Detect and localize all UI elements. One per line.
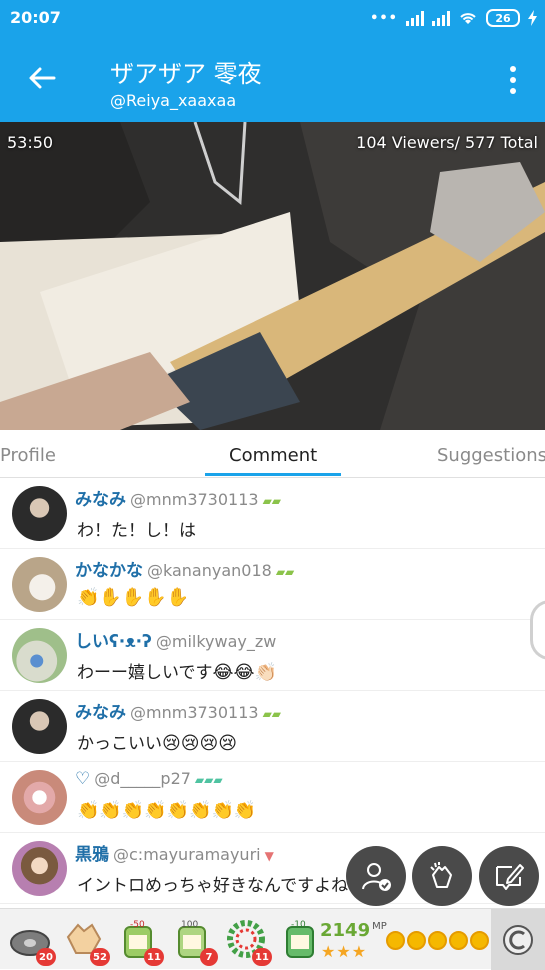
- list-item[interactable]: しいʕ·ᴥ·ʔ @milkyway_zw わーー嬉しいです😂😂👏🏻: [0, 620, 545, 691]
- gift-wreath[interactable]: 11: [224, 917, 272, 966]
- level-badge-icon: ▰▰▰: [194, 773, 223, 787]
- follow-button[interactable]: [346, 846, 406, 906]
- commenter-handle[interactable]: @mnm3730113: [130, 703, 259, 722]
- mp-balance: 2149 MP: [320, 920, 387, 941]
- coin-icon: [470, 931, 489, 950]
- avatar[interactable]: [12, 628, 67, 683]
- commenter-handle[interactable]: @milkyway_zw: [156, 632, 276, 651]
- comment-emoji: 😂😂👏🏻: [212, 662, 277, 683]
- list-item[interactable]: かなかな @kananyan018 ▰▰ 👏✋✋✋✋: [0, 549, 545, 620]
- avatar[interactable]: [12, 557, 67, 612]
- dots-icon: •••: [370, 10, 398, 26]
- clock: 20:07: [10, 8, 61, 27]
- tab-suggestions[interactable]: Suggestions: [437, 445, 545, 466]
- gift-tea-10[interactable]: -10: [278, 917, 322, 961]
- mp-value: 2149: [320, 920, 371, 941]
- commenter-name[interactable]: ♡: [75, 769, 90, 789]
- currency-button[interactable]: [491, 909, 545, 970]
- gift-count: 11: [144, 948, 164, 966]
- more-options-icon[interactable]: [509, 65, 517, 95]
- mp-unit: MP: [372, 921, 387, 932]
- gift-clap[interactable]: 52: [62, 917, 110, 966]
- broadcaster-handle: @Reiya_xaaxaa: [110, 91, 237, 110]
- comment-emoji: 😢😢😢😢: [162, 733, 238, 754]
- comment-text: かっこいい: [77, 734, 162, 754]
- comment-list[interactable]: みなみ @mnm3730113 ▰▰ わ！た！し！は かなかな @kananyan01…: [0, 478, 545, 908]
- coin-icon: [449, 931, 468, 950]
- back-arrow-icon[interactable]: [26, 62, 58, 94]
- write-comment-button[interactable]: [479, 846, 539, 906]
- gift-count: 20: [36, 948, 56, 966]
- app-bar: ザアザア 零夜 @Reiya_xaaxaa: [0, 38, 545, 122]
- status-icons: ••• 26: [370, 9, 537, 27]
- tab-bar: Profile Comment Suggestions: [0, 430, 545, 478]
- comment-emoji: 👏👏👏👏👏👏👏👏: [77, 800, 257, 821]
- broadcaster-name: ザアザア 零夜: [110, 60, 262, 88]
- commenter-name[interactable]: みなみ: [75, 703, 126, 723]
- list-item[interactable]: ♡ @d_____p27 ▰▰▰ 👏👏👏👏👏👏👏👏: [0, 762, 545, 833]
- coin-icon: [386, 931, 405, 950]
- gift-count: 52: [90, 948, 110, 966]
- coin-icon: [407, 931, 426, 950]
- tab-comment[interactable]: Comment: [229, 445, 317, 466]
- svg-text:-50: -50: [130, 920, 145, 930]
- compose-icon: [496, 864, 524, 890]
- avatar[interactable]: [12, 486, 67, 541]
- level-badge-icon: ▼: [264, 849, 274, 863]
- list-item[interactable]: みなみ @mnm3730113 ▰▰ わ！た！し！は: [0, 478, 545, 549]
- avatar[interactable]: [12, 770, 67, 825]
- user-check-icon: [362, 863, 391, 891]
- gift-tea-50[interactable]: -50 11: [116, 917, 164, 966]
- currency-c-icon: [503, 924, 533, 955]
- status-bar: 20:07 ••• 26: [0, 0, 545, 38]
- svg-text:100: 100: [181, 920, 198, 930]
- commenter-handle[interactable]: @c:mayuramayuri: [113, 845, 261, 864]
- comment-emoji: 👏✋✋✋✋: [77, 587, 190, 608]
- svg-text:-10: -10: [291, 920, 306, 930]
- tab-profile[interactable]: Profile: [0, 445, 56, 466]
- coin-icon: [428, 931, 447, 950]
- commenter-name[interactable]: 黒鴉: [75, 845, 109, 865]
- commenter-name[interactable]: かなかな: [75, 561, 143, 581]
- comment-text: わーー嬉しいです: [77, 663, 213, 683]
- commenter-handle[interactable]: @mnm3730113: [130, 490, 259, 509]
- avatar[interactable]: [12, 699, 67, 754]
- live-video[interactable]: 53:50 104 Viewers/ 577 Total: [0, 122, 545, 430]
- tea-cup-icon: -10: [286, 920, 314, 958]
- signal-icon: [406, 10, 424, 26]
- gift-disc[interactable]: 20: [8, 917, 56, 966]
- comment-text: イントロめっちゃ好きなんですよね: [77, 876, 349, 896]
- gift-count: 7: [200, 948, 218, 966]
- level-badge-icon: ▰▰: [275, 565, 295, 579]
- battery-icon: 26: [486, 9, 520, 27]
- charging-icon: [528, 10, 537, 26]
- commenter-name[interactable]: みなみ: [75, 490, 126, 510]
- gift-bar: 20 52 -50 11 100 7 11 -10 2149 MP ★★★: [0, 908, 545, 970]
- gift-count: 11: [252, 948, 272, 966]
- clap-icon: [430, 862, 452, 888]
- active-tab-indicator: [205, 473, 341, 476]
- elapsed-time: 53:50: [7, 133, 54, 152]
- level-badge-icon: ▰▰: [262, 494, 282, 508]
- commenter-handle[interactable]: @kananyan018: [147, 561, 272, 580]
- star-rating: ★★★: [321, 942, 368, 961]
- wifi-icon: [460, 13, 476, 24]
- video-frame: [0, 122, 545, 430]
- clap-button[interactable]: [412, 846, 472, 906]
- viewer-count: 104 Viewers/ 577 Total: [356, 133, 538, 152]
- comment-text: わ！た！し！は: [77, 521, 196, 541]
- avatar[interactable]: [12, 841, 67, 896]
- commenter-name[interactable]: しいʕ·ᴥ·ʔ: [75, 632, 152, 652]
- commenter-handle[interactable]: @d_____p27: [94, 769, 191, 788]
- signal-icon-2: [432, 10, 450, 26]
- level-badge-icon: ▰▰: [262, 707, 282, 721]
- list-item[interactable]: みなみ @mnm3730113 ▰▰ かっこいい😢😢😢😢: [0, 691, 545, 762]
- gift-tea-100[interactable]: 100 7: [170, 917, 218, 966]
